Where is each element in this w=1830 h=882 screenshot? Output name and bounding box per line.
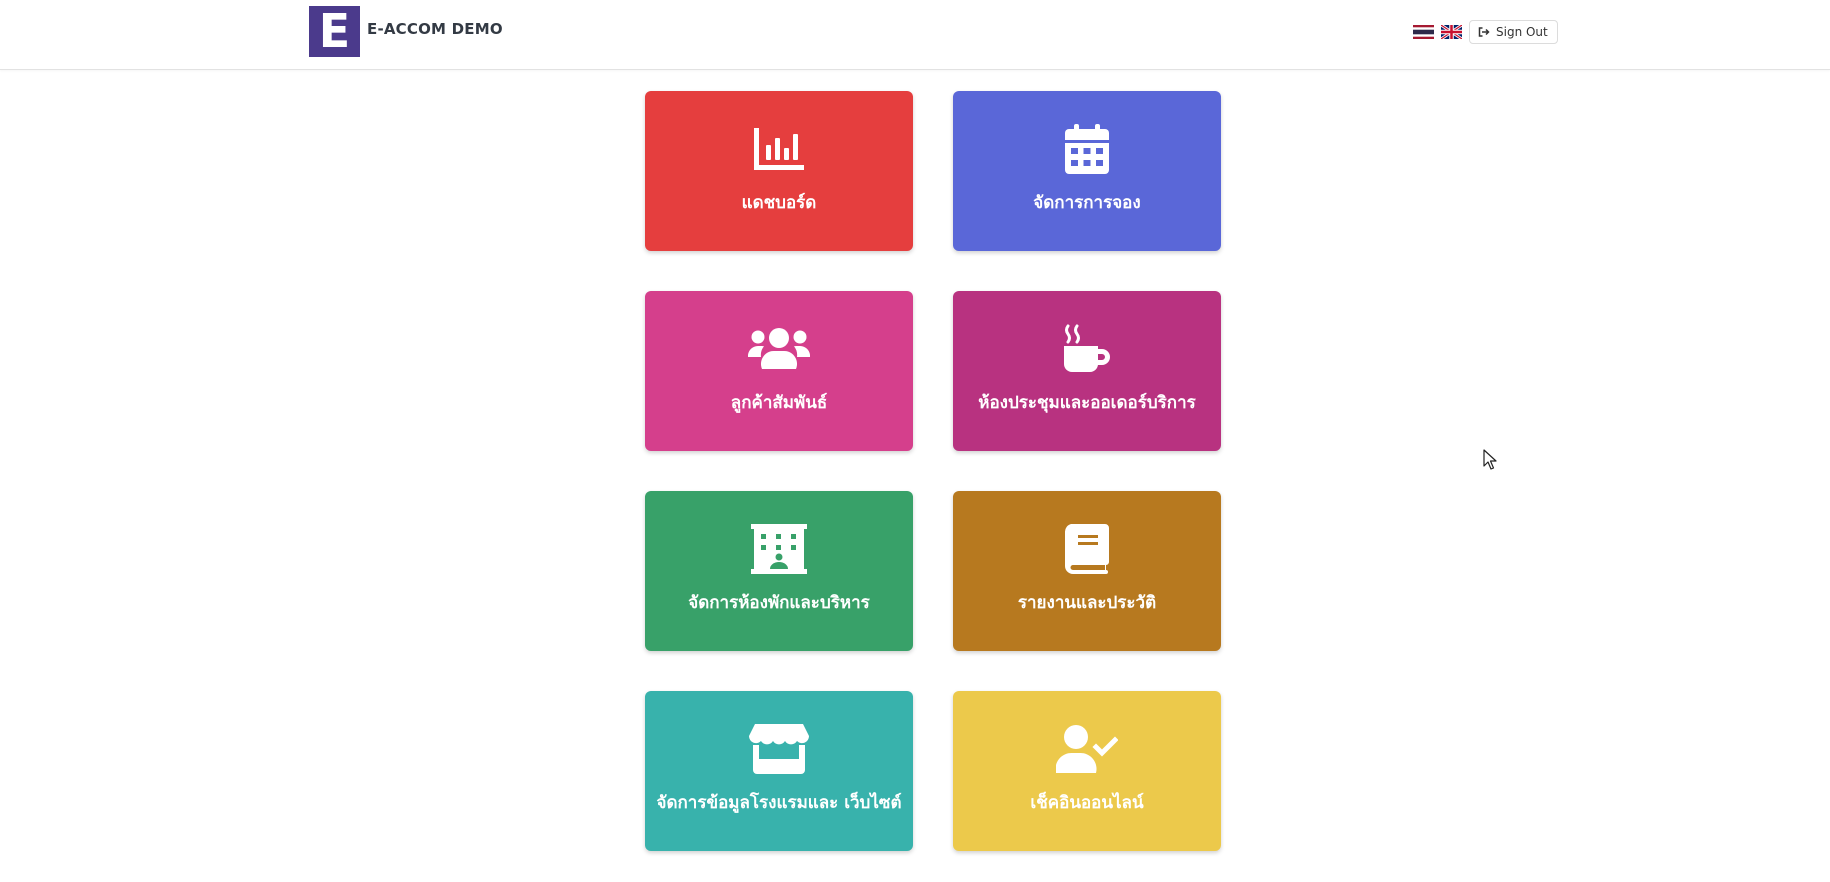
tile-label: เช็คอินออนไลน์ [1030,793,1144,813]
tile-meeting-orders[interactable]: ห้องประชุมและออเดอร์บริการ [953,291,1221,451]
brand[interactable]: E E-ACCOM DEMO [309,6,503,57]
users-icon [645,321,913,377]
brand-name[interactable]: E-ACCOM DEMO [367,20,503,38]
tile-label: จัดการข้อมูลโรงแรมและ เว็บไซต์ [656,793,902,813]
thai-flag-icon[interactable] [1413,25,1434,39]
tile-reports-history[interactable]: รายงานและประวัติ [953,491,1221,651]
uk-flag-icon[interactable] [1441,25,1462,39]
mouse-cursor-icon [1483,449,1497,475]
tile-label: ห้องประชุมและออเดอร์บริการ [978,393,1196,413]
brand-logo[interactable]: E [309,6,360,57]
tile-online-checkin[interactable]: เช็คอินออนไลน์ [953,691,1221,851]
tile-label: รายงานและประวัติ [1017,593,1157,613]
building-icon [645,521,913,577]
tile-label: แดชบอร์ด [741,193,817,213]
calendar-icon [953,121,1221,177]
chart-icon [645,121,913,177]
sign-out-button[interactable]: Sign Out [1469,20,1558,44]
coffee-icon [953,321,1221,377]
sign-out-icon [1478,27,1490,37]
tile-booking[interactable]: จัดการการจอง [953,91,1221,251]
tile-dashboard[interactable]: แดชบอร์ด [645,91,913,251]
tile-hotel-website[interactable]: จัดการข้อมูลโรงแรมและ เว็บไซต์ [645,691,913,851]
header-actions: Sign Out [1413,20,1558,44]
sign-out-label: Sign Out [1496,25,1548,39]
user-check-icon [953,721,1221,777]
book-icon [953,521,1221,577]
top-navbar: E E-ACCOM DEMO Sign Out [0,0,1830,70]
tile-label: จัดการการจอง [1033,193,1141,213]
store-icon [645,721,913,777]
tile-label: จัดการห้องพักและบริหาร [688,593,870,613]
tile-room-management[interactable]: จัดการห้องพักและบริหาร [645,491,913,651]
tile-label: ลูกค้าสัมพันธ์ [730,393,828,413]
tile-customer-relations[interactable]: ลูกค้าสัมพันธ์ [645,291,913,451]
